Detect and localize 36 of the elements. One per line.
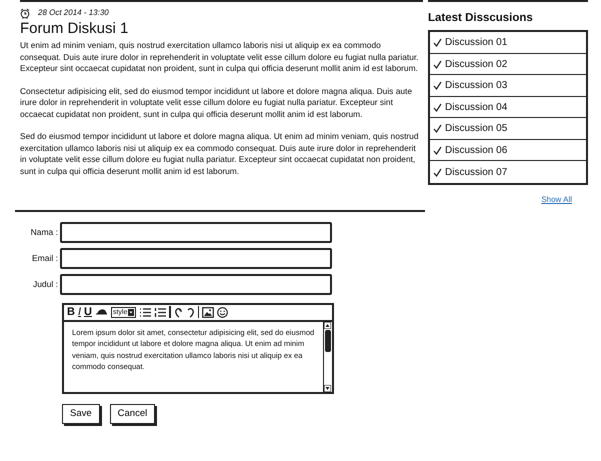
scroll-thumb[interactable] (325, 330, 331, 352)
italic-button[interactable]: I (78, 306, 82, 318)
post-title: Forum Diskusi 1 (20, 20, 130, 38)
underline-button[interactable]: U (84, 306, 92, 318)
post-paragraph: Ut enim ad minim veniam, quis nostrud exercitation ullamco laboris nisi ut aliquip ex ea commodo consequat. Duis aute irure dolor in reprehenderit in voluptate velit esse cillum dolore eu fugiat nulla pariatur. Excepteur sint occaecat cupidatat non proident, sunt in culpa qui officia deserunt mollit anim id est laborum. (20, 40, 420, 74)
scrollbar[interactable] (323, 322, 332, 392)
discussion-item[interactable]: Discussion 01 (445, 35, 508, 50)
form-button[interactable]: Save (62, 404, 100, 424)
discussion-item[interactable]: Discussion 05 (445, 121, 508, 136)
form-button[interactable]: Cancel (110, 404, 156, 424)
undo-icon (174, 306, 183, 318)
image-icon (202, 306, 214, 318)
field-label: Judul : (32, 278, 59, 291)
sidebar-title: Latest Disscusions (428, 11, 534, 26)
caret-icon (128, 308, 134, 316)
discussion-item[interactable]: Discussion 07 (445, 164, 508, 180)
show-all-link[interactable]: Show All (541, 194, 572, 204)
smiley-icon (217, 306, 228, 318)
discussion-item[interactable]: Discussion 06 (445, 142, 508, 158)
post-paragraph: Consectetur adipisicing elit, sed do eiusmod tempor incididunt ut labore et dolore magna aliqua. Duis aute irure dolor in reprehenderit in voluptate velit esse cillum dolore eu fugiat nulla pariatur. Excepteur sint occaecat cupidatat non proident, sunt in culpa qui officia deserunt mollit anim id est laborum. (20, 86, 413, 120)
discussion-item[interactable]: Discussion 04 (445, 100, 508, 114)
field-label: Nama : (30, 226, 59, 239)
field-label: Email : (31, 252, 59, 265)
numbered-list-icon (154, 306, 166, 318)
text-field[interactable] (60, 274, 332, 295)
bullet-list-icon (139, 306, 152, 318)
discussion-item[interactable]: Discussion 02 (445, 56, 508, 72)
post-paragraph: Sed do eiusmod tempor incididunt ut labore et dolore magna aliqua. Ut enim ad minim veniam, quis nostrud exercitation ullamco laboris nisi ut aliquip ex ea commodo consequat. Duis aute irure dolor in reprehenderit in voluptate velit esse cillum dolore eu fugiat nulla pariatur. Excepteur sint occaecat cupidatat non proident, sunt in culpa qui officia deserunt mollit anim id est laborum. (20, 131, 420, 177)
redo-icon (186, 306, 195, 318)
discussion-item[interactable]: Discussion 03 (445, 78, 508, 93)
bold-button[interactable]: B (67, 306, 75, 318)
paint-icon (94, 308, 108, 316)
alarm-clock-icon (20, 8, 30, 18)
text-field[interactable] (60, 248, 332, 269)
post-date: 28 Oct 2014 - 13:30 (38, 7, 109, 19)
text-field[interactable] (60, 222, 332, 243)
